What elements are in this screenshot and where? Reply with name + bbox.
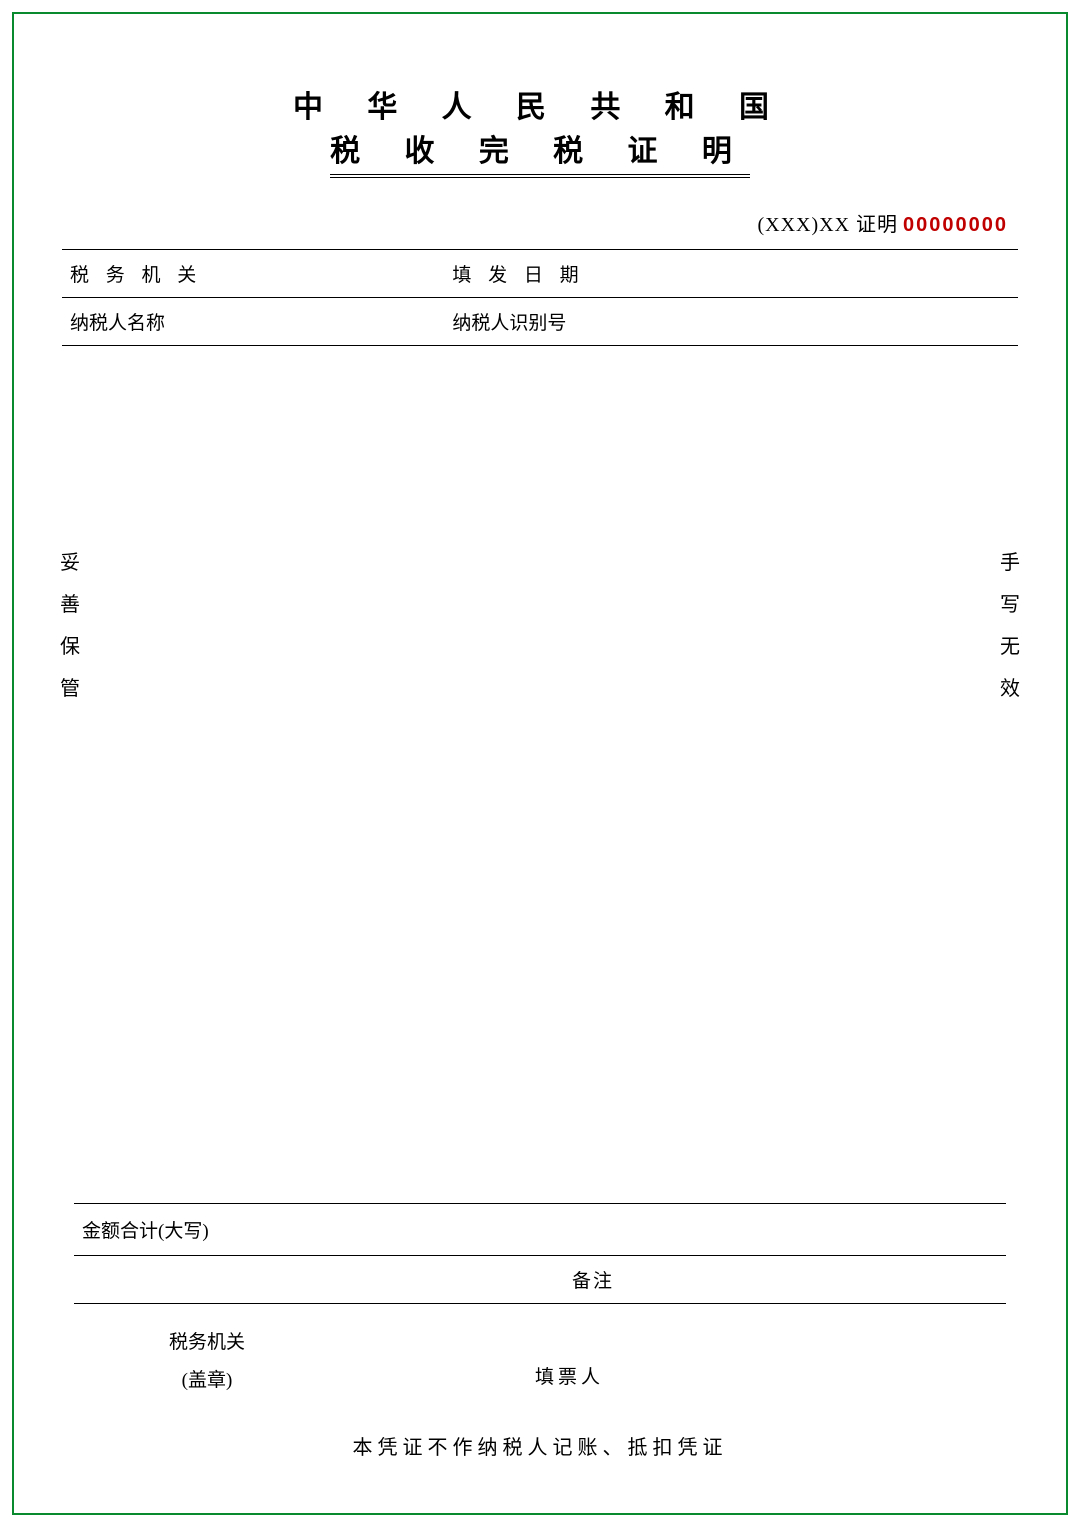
issuer-label: 填票人 [535,1367,604,1388]
seal-line2: (盖章) [169,1362,245,1400]
document-title: 中 华 人 民 共 和 国 税 收 完 税 证 明 [62,82,1018,178]
bottom-section: 金额合计(大写) 备注 税务机关 (盖章) 填票人 [74,1203,1006,1400]
tax-authority-label: 税 务 机 关 [70,265,202,286]
info-table: 税 务 机 关 填 发 日 期 纳税人名称 纳税人识别号 [62,249,1018,346]
title-line2: 税 收 完 税 证 明 [330,126,750,178]
seal-block: 税务机关 (盖章) [169,1324,245,1400]
cert-number: 00000000 [903,214,1008,236]
side-note-left: 妥 善 保 管 [60,542,80,710]
certificate-number-row: (XXX)XX 证明 00000000 [62,208,1018,237]
cert-prefix: (XXX)XX 证明 [757,214,898,236]
footer-note: 本凭证不作纳税人记账、抵扣凭证 [12,1431,1068,1460]
amount-total-label: 金额合计(大写) [82,1221,209,1242]
remark-label: 备注 [572,1266,614,1293]
taxpayer-id-label: 纳税人识别号 [452,313,566,334]
side-note-right: 手 写 无 效 [1000,542,1020,710]
seal-line1: 税务机关 [169,1324,245,1362]
issue-date-label: 填 发 日 期 [452,265,584,286]
taxpayer-name-label: 纳税人名称 [70,313,165,334]
title-line1: 中 华 人 民 共 和 国 [293,82,787,126]
